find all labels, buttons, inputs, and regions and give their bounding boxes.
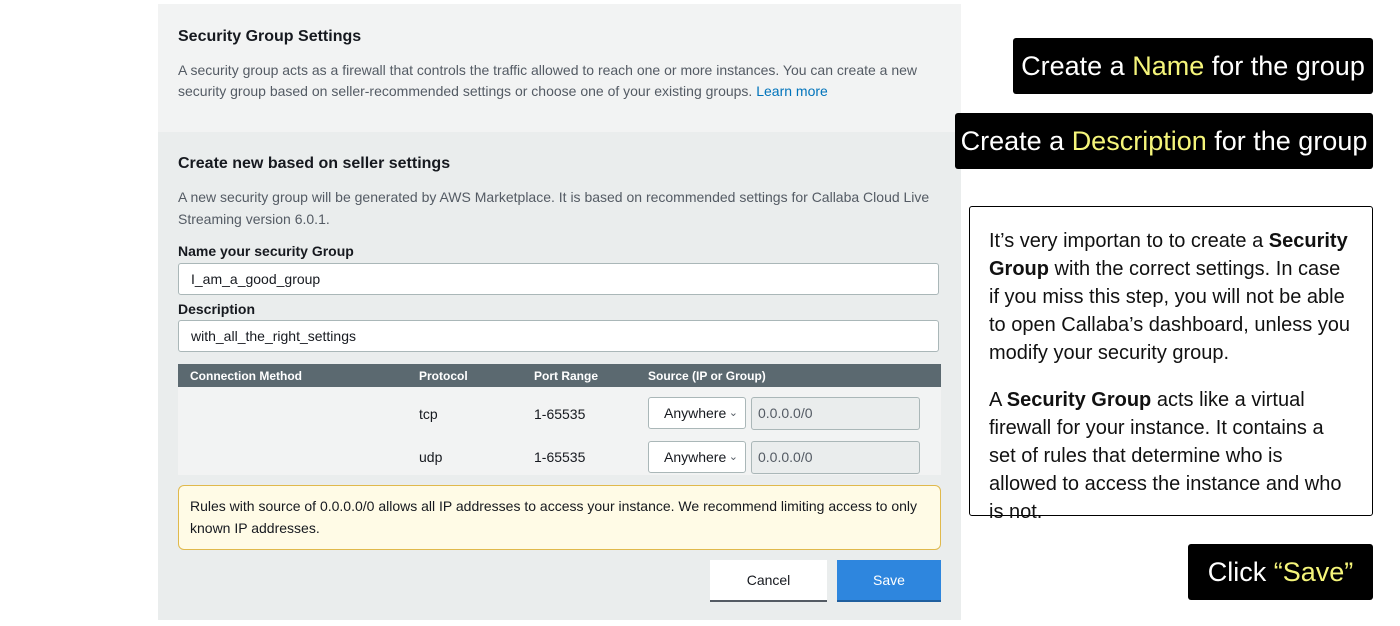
port-range-cell: 1-65535 (534, 406, 586, 422)
callout-text: Create a (960, 125, 1072, 156)
source-select[interactable]: Anywhere ⌄ (648, 441, 746, 473)
callout-highlight: Name (1132, 50, 1205, 81)
settings-intro-section: Security Group Settings A security group… (158, 4, 961, 132)
callout-highlight: “Save” (1273, 556, 1354, 587)
group-name-label: Name your security Group (178, 243, 354, 259)
security-group-info-box: It’s very importan to to create a Securi… (969, 206, 1373, 523)
header-protocol: Protocol (419, 369, 468, 383)
create-new-title: Create new based on seller settings (178, 155, 451, 172)
description-input[interactable]: with_all_the_right_settings (178, 320, 939, 352)
settings-title: Security Group Settings (178, 28, 362, 45)
callout-text: for the group (1204, 50, 1365, 81)
header-port-range: Port Range (534, 369, 599, 383)
callout-text: for the group (1206, 125, 1368, 156)
save-button[interactable]: Save (837, 560, 941, 602)
info-paragraph: A Security Group acts like a virtual fir… (989, 386, 1354, 526)
learn-more-link[interactable]: Learn more (756, 83, 828, 99)
source-ip-input: 0.0.0.0/0 (751, 441, 920, 474)
protocol-cell: tcp (419, 406, 438, 422)
create-new-description: A new security group will be generated b… (178, 189, 930, 227)
name-callout: Create a Name for the group (1013, 38, 1373, 94)
open-access-warning: Rules with source of 0.0.0.0/0 allows al… (178, 485, 941, 550)
info-text: A (989, 389, 1007, 411)
callout-text: Create a (1021, 50, 1133, 81)
info-text: It’s very importan to to create a (989, 230, 1269, 252)
rules-table-header: Connection Method Protocol Port Range So… (178, 364, 941, 387)
header-source: Source (IP or Group) (648, 369, 766, 383)
save-callout: Click “Save” (1188, 544, 1373, 600)
protocol-cell: udp (419, 449, 443, 465)
info-bold: Security Group (1006, 389, 1152, 411)
callout-text: Click (1207, 556, 1274, 587)
port-range-cell: 1-65535 (534, 449, 586, 465)
chevron-down-icon: ⌄ (728, 407, 738, 419)
callout-highlight: Description (1071, 125, 1207, 156)
rules-table: Connection Method Protocol Port Range So… (178, 364, 941, 475)
header-connection-method: Connection Method (190, 369, 302, 383)
settings-description: A security group acts as a firewall that… (178, 60, 948, 102)
source-select[interactable]: Anywhere ⌄ (648, 397, 746, 429)
group-name-input[interactable]: I_am_a_good_group (178, 263, 939, 295)
source-select-value: Anywhere (664, 405, 727, 421)
source-select-value: Anywhere (664, 449, 727, 465)
description-callout: Create a Description for the group (955, 113, 1373, 169)
description-label: Description (178, 301, 256, 317)
info-paragraph: It’s very importan to to create a Securi… (989, 227, 1354, 367)
chevron-down-icon: ⌄ (728, 451, 738, 463)
cancel-button[interactable]: Cancel (710, 560, 827, 602)
source-ip-input: 0.0.0.0/0 (751, 397, 920, 430)
security-group-settings-panel: Security Group Settings A security group… (158, 4, 961, 620)
